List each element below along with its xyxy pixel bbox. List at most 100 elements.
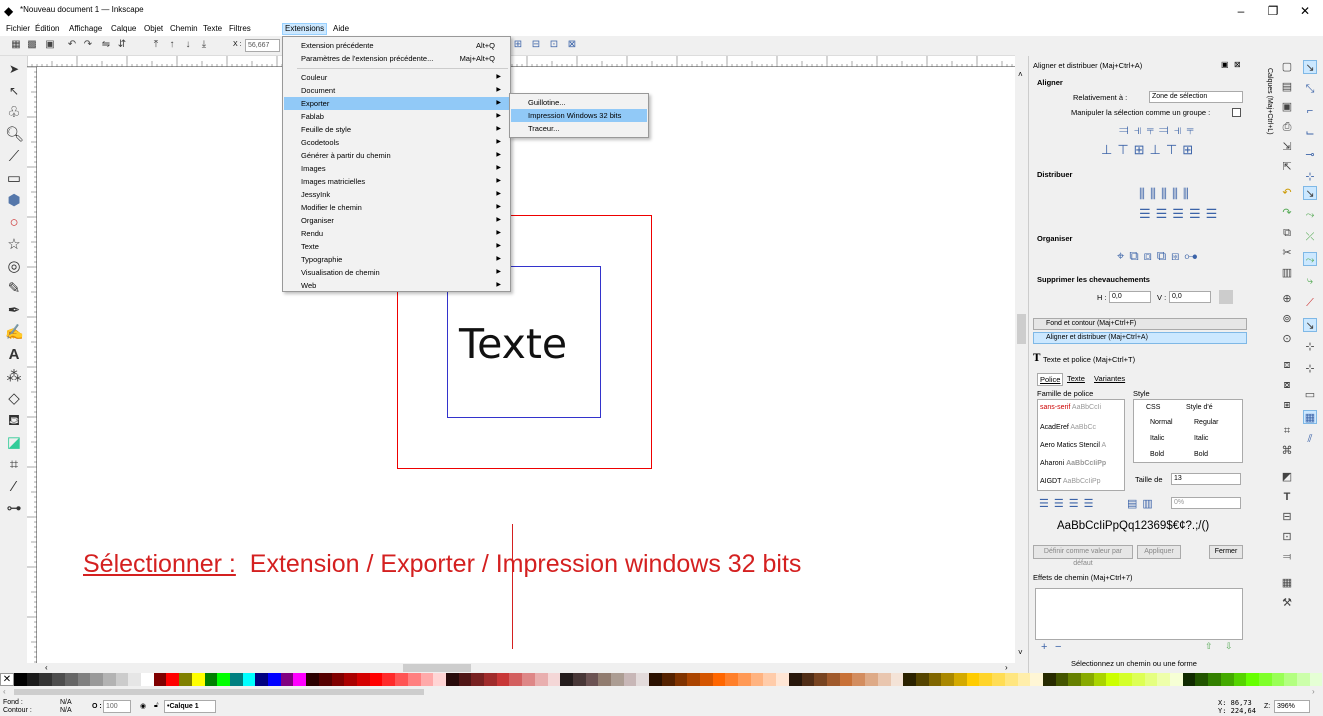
zoom-field[interactable]: 396%	[1274, 700, 1310, 713]
minimize-button[interactable]: –	[1227, 3, 1255, 19]
menu-item-windows-print[interactable]: Impression Windows 32 bits	[511, 109, 647, 122]
color-swatch[interactable]	[141, 673, 154, 686]
duplicate-icon[interactable]: ⧈	[1280, 358, 1294, 372]
effect-up-icon[interactable]: ⇧	[1205, 641, 1213, 652]
color-swatch[interactable]	[445, 673, 459, 686]
spiral-tool-icon[interactable]: ◎	[5, 258, 23, 276]
color-swatch[interactable]	[699, 673, 713, 686]
color-swatch[interactable]	[26, 673, 40, 686]
color-swatch[interactable]	[1081, 673, 1094, 686]
snap-nodes-icon[interactable]: ⊡	[548, 39, 560, 51]
snap-paths-icon[interactable]: ⤳	[1303, 208, 1317, 222]
menu-item-submenu[interactable]: Typographie ▶	[284, 253, 509, 266]
zoom-tool-icon[interactable]: 🔍︎	[5, 126, 24, 144]
snap-midpoints-icon[interactable]: ⊸	[1303, 148, 1317, 162]
fill-stroke-panel-tab[interactable]: Fond et contour (Maj+Ctrl+F)	[1033, 318, 1247, 330]
color-swatch[interactable]	[1017, 673, 1031, 686]
menu-calque[interactable]: Calque	[109, 23, 138, 35]
x-position-field[interactable]: 56,667	[245, 39, 280, 52]
vertical-ruler[interactable]	[27, 66, 37, 663]
pen-tool-icon[interactable]: ✒	[5, 302, 23, 320]
color-swatch[interactable]	[344, 673, 357, 686]
text-align-buttons[interactable]: ☰☰☰☰	[1039, 497, 1098, 510]
zoom-selection-icon[interactable]: ⊕	[1280, 292, 1294, 306]
tab-texte[interactable]: Texte	[1067, 374, 1085, 383]
color-swatch[interactable]	[992, 673, 1005, 686]
color-swatch[interactable]	[1055, 673, 1069, 686]
menu-item-last-extension-params[interactable]: Paramètres de l'extension précédente... …	[284, 52, 509, 65]
snap-smooth-icon[interactable]: ⤷	[1303, 274, 1317, 288]
snap-page-icon[interactable]: ▭	[1303, 388, 1317, 402]
color-swatch[interactable]	[471, 673, 485, 686]
color-swatch[interactable]	[560, 673, 573, 686]
select-all-icon[interactable]: ▦	[10, 39, 22, 51]
canvas-horizontal-scrollbar[interactable]: ‹ ›	[37, 663, 1015, 673]
align-buttons-row1[interactable]: ⫤⫣⫧⫤⫣⫧	[1119, 122, 1199, 138]
color-swatch[interactable]	[865, 673, 878, 686]
unlink-clone-icon[interactable]: ⧆	[1280, 398, 1294, 412]
color-swatch[interactable]	[890, 673, 904, 686]
zoom-page-icon[interactable]: ⊙	[1280, 332, 1294, 346]
color-swatch[interactable]	[458, 673, 472, 686]
text-tool-icon[interactable]: A	[5, 346, 23, 364]
color-swatch[interactable]	[1195, 673, 1209, 686]
snap-bbox-icon[interactable]: ⊟	[530, 39, 542, 51]
remove-effect-icon[interactable]: −	[1055, 641, 1061, 653]
panel-iconify-icon[interactable]: ▣	[1221, 60, 1229, 69]
3d-box-tool-icon[interactable]: ⬢	[5, 192, 23, 210]
color-swatch[interactable]	[725, 673, 739, 686]
menu-chemin[interactable]: Chemin	[168, 23, 200, 35]
color-swatch[interactable]	[115, 673, 129, 686]
menu-extensions[interactable]: Extensions	[282, 23, 328, 35]
color-swatch[interactable]	[979, 673, 993, 686]
color-swatch[interactable]	[687, 673, 700, 686]
snap-grid-icon[interactable]: ▦	[1303, 410, 1317, 424]
rectangle-tool-icon[interactable]: ▭	[5, 170, 23, 188]
path-effects-list[interactable]	[1035, 588, 1243, 640]
menu-fichier[interactable]: Fichier	[4, 23, 32, 35]
color-swatch[interactable]	[77, 673, 91, 686]
color-swatch[interactable]	[204, 673, 218, 686]
snap-rotation-center-icon[interactable]: ⊹	[1303, 362, 1317, 376]
align-buttons-row2[interactable]: ⊥⊤⊞⊥⊤⊞	[1101, 142, 1198, 158]
font-family-list[interactable]: sans-serif AaBbCcIi AcadEref AaBbCc Aero…	[1037, 399, 1125, 491]
menu-affichage[interactable]: Affichage	[67, 23, 104, 35]
zoom-drawing-icon[interactable]: ⊚	[1280, 312, 1294, 326]
snap-line-mid-icon[interactable]: ⟋	[1303, 296, 1317, 310]
hscroll-thumb[interactable]	[403, 664, 471, 672]
menu-filtres[interactable]: Filtres	[227, 23, 253, 35]
snap-guide-toggle-icon[interactable]: ⫽	[1303, 432, 1317, 446]
color-swatch[interactable]	[280, 673, 294, 686]
menu-item-submenu[interactable]: Visualisation de chemin ▶	[284, 266, 509, 279]
color-swatch[interactable]	[293, 673, 307, 686]
align-icon[interactable]: ⫤	[1280, 550, 1294, 564]
font-list-item[interactable]: sans-serif AaBbCcIi	[1040, 404, 1101, 411]
palette-scrollbar[interactable]: ‹ ›	[0, 686, 1323, 698]
color-swatch[interactable]	[636, 673, 650, 686]
undo-icon[interactable]: ↶	[1280, 186, 1294, 200]
menu-item-submenu[interactable]: Rendu ▶	[284, 227, 509, 240]
menu-item-last-extension[interactable]: Extension précédente Alt+Q	[284, 39, 509, 52]
color-swatch[interactable]	[102, 673, 116, 686]
color-swatch[interactable]	[801, 673, 815, 686]
color-swatch[interactable]	[649, 673, 662, 686]
style-css-cell[interactable]: Normal	[1150, 419, 1173, 426]
menu-objet[interactable]: Objet	[142, 23, 165, 35]
color-swatch[interactable]	[1157, 673, 1170, 686]
redo-icon[interactable]: ↷	[1280, 206, 1294, 220]
close-button[interactable]: ✕	[1291, 3, 1319, 19]
color-swatch[interactable]	[484, 673, 497, 686]
color-swatch[interactable]	[1119, 673, 1132, 686]
menu-item-submenu[interactable]: Texte ▶	[284, 240, 509, 253]
font-style-list[interactable]: CSS Style d'é Normal Regular Italic Ital…	[1133, 399, 1243, 463]
v-field[interactable]: 0,0	[1169, 291, 1211, 303]
scroll-down-icon[interactable]: ˅	[1018, 648, 1023, 657]
rotate-cw-icon[interactable]: ↷	[82, 39, 94, 51]
snap-bbox-toggle-icon[interactable]: ⤡	[1303, 82, 1317, 96]
mesh-tool-icon[interactable]: ⌗	[5, 456, 23, 474]
color-swatch[interactable]	[255, 673, 269, 686]
menu-item-submenu[interactable]: Document ▶	[284, 84, 509, 97]
ungroup-icon[interactable]: ⌘	[1280, 444, 1294, 458]
style-face-cell[interactable]: Regular	[1194, 419, 1219, 426]
color-swatch[interactable]	[1093, 673, 1107, 686]
